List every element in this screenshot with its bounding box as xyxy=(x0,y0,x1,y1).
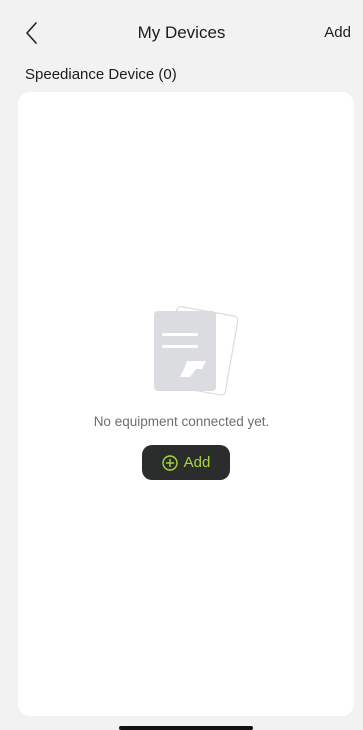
page-title: My Devices xyxy=(137,23,226,42)
empty-state-message: No equipment connected yet. xyxy=(93,414,270,429)
header-add-button[interactable]: Add xyxy=(324,24,351,41)
add-device-label: Add xyxy=(183,454,211,471)
plus-circle-icon xyxy=(161,454,178,471)
empty-documents-icon xyxy=(154,306,239,396)
home-indicator xyxy=(119,726,253,730)
devices-card xyxy=(18,92,354,716)
add-device-button[interactable]: Add xyxy=(142,445,230,480)
header-bar: My Devices Add xyxy=(0,16,363,50)
section-title: Speediance Device (0) xyxy=(25,66,177,83)
